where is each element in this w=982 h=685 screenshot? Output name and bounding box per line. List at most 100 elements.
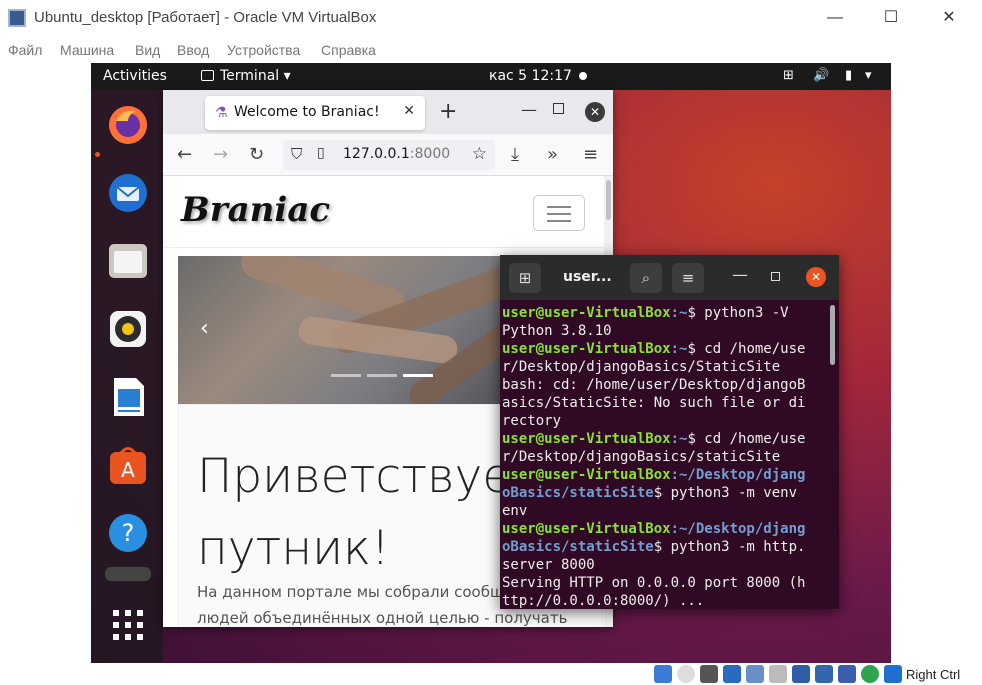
terminal-close-button[interactable]: ✕ xyxy=(806,267,826,287)
network-icon[interactable]: ⊞ xyxy=(783,68,794,83)
page-info-icon[interactable]: ▯ xyxy=(317,145,325,161)
site-navbar: Braniac xyxy=(163,176,603,248)
carousel-indicator[interactable] xyxy=(331,374,361,377)
system-menu-chevron-icon[interactable]: ▾ xyxy=(865,68,872,83)
scrollbar-thumb[interactable] xyxy=(606,180,611,220)
hamburger-menu-icon[interactable]: ≡ xyxy=(583,144,598,165)
terminal-app-icon xyxy=(201,70,214,81)
mouse-integration-icon[interactable] xyxy=(861,665,879,683)
downloads-icon[interactable]: ⤓ xyxy=(511,144,519,165)
navbar-toggler-button[interactable] xyxy=(533,195,585,231)
show-apps-icon[interactable] xyxy=(105,602,151,648)
carousel-indicator-active[interactable] xyxy=(403,374,433,377)
clock[interactable]: кас 5 12:17 xyxy=(489,68,572,84)
tab-close-icon[interactable]: ✕ xyxy=(403,103,415,119)
tracking-protection-shield-icon[interactable]: ⛉ xyxy=(291,145,302,163)
url-text[interactable]: 127.0.0.1:8000 xyxy=(343,146,450,162)
terminal-line: user@user-VirtualBox:~/Desktop/djang xyxy=(502,520,832,538)
firefox-minimize-button[interactable]: — xyxy=(521,100,537,119)
bookmark-star-icon[interactable]: ☆ xyxy=(472,144,487,164)
firefox-icon[interactable] xyxy=(105,102,151,148)
terminal-maximize-button[interactable] xyxy=(771,272,780,281)
virtualbox-app-icon xyxy=(8,9,26,27)
carousel-indicator[interactable] xyxy=(367,374,397,377)
tab-welcome[interactable]: ⚗ Welcome to Braniac! ✕ xyxy=(205,96,425,130)
terminal-line: server 8000 xyxy=(502,556,832,574)
close-button[interactable]: ✕ xyxy=(926,4,972,32)
prompt-path: :~/Desktop/djang xyxy=(670,467,806,483)
url-host: 127.0.0.1 xyxy=(343,146,410,162)
overflow-chevron-icon[interactable]: » xyxy=(547,144,558,165)
usb-icon[interactable] xyxy=(746,665,764,683)
navigation-toolbar: ← → ↻ ⛉ ▯ 127.0.0.1:8000 ☆ ⤓ » ≡ xyxy=(163,134,613,176)
menu-help[interactable]: Справка xyxy=(321,42,376,58)
audio-icon[interactable] xyxy=(700,665,718,683)
ubuntu-software-icon[interactable]: A xyxy=(105,442,151,488)
terminal-line: asics/StaticSite: No such file or di xyxy=(502,394,832,412)
forward-arrow-icon[interactable]: → xyxy=(213,144,228,165)
help-icon[interactable]: ? xyxy=(105,510,151,556)
app-menu-terminal[interactable]: Terminal ▾ xyxy=(201,68,291,84)
tab-bar: ⚗ Welcome to Braniac! ✕ + — ✕ xyxy=(163,90,613,134)
running-indicator xyxy=(95,152,100,157)
terminal-scrollbar[interactable] xyxy=(830,305,835,365)
menu-devices[interactable]: Устройства xyxy=(227,42,300,58)
menu-machine[interactable]: Машина xyxy=(60,42,114,58)
prompt-path: :~ xyxy=(670,431,688,447)
terminal-text: r/Desktop/djangoBasics/staticSite xyxy=(502,449,781,465)
site-logo[interactable]: Braniac xyxy=(181,190,330,230)
guest-desktop[interactable]: Activities Terminal ▾ кас 5 12:17 ⊞ 🔊 ▮ … xyxy=(91,63,891,663)
menu-file[interactable]: Файл xyxy=(8,42,42,58)
vbox-titlebar: Ubuntu_desktop [Работает] - Oracle VM Vi… xyxy=(0,0,982,36)
maximize-button[interactable]: ☐ xyxy=(868,4,914,32)
prompt-path: oBasics/staticSite xyxy=(502,539,654,555)
terminal-line: user@user-VirtualBox:~$ python3 -V xyxy=(502,304,832,322)
toggler-bar xyxy=(547,220,571,222)
terminal-text: Python 3.8.10 xyxy=(502,323,612,339)
menu-input[interactable]: Ввод xyxy=(177,42,209,58)
url-bar[interactable]: ⛉ ▯ 127.0.0.1:8000 ☆ xyxy=(283,140,495,170)
shared-folders-icon[interactable] xyxy=(769,665,787,683)
usb-drive-icon[interactable] xyxy=(105,567,151,581)
terminal-text: $ python3 -m http. xyxy=(653,539,806,555)
terminal-output[interactable]: user@user-VirtualBox:~$ python3 -V Python… xyxy=(502,304,832,609)
terminal-window[interactable]: ⊞ user... ⌕ ≡ — ✕ user@user-VirtualBox:~… xyxy=(500,255,839,609)
new-terminal-tab-icon[interactable]: ⊞ xyxy=(509,263,541,293)
terminal-text: ttp://0.0.0.0:8000/) ... xyxy=(502,593,705,609)
libreoffice-writer-icon[interactable] xyxy=(105,374,151,420)
volume-icon[interactable]: 🔊 xyxy=(813,68,829,83)
terminal-minimize-button[interactable]: — xyxy=(732,265,748,284)
vbox-menubar: Файл Машина Вид Ввод Устройства Справка xyxy=(0,36,982,62)
search-icon[interactable]: ⌕ xyxy=(630,263,662,293)
reload-icon[interactable]: ↻ xyxy=(249,144,264,165)
terminal-text: env xyxy=(502,503,528,519)
terminal-title: user... xyxy=(563,269,612,285)
network-adapter-icon[interactable] xyxy=(723,665,741,683)
rhythmbox-icon[interactable] xyxy=(105,306,151,352)
firefox-close-button[interactable]: ✕ xyxy=(585,102,605,122)
firefox-maximize-button[interactable] xyxy=(553,103,564,114)
activities-button[interactable]: Activities xyxy=(103,68,167,84)
terminal-headerbar: ⊞ user... ⌕ ≡ — ✕ xyxy=(500,255,839,300)
menu-view[interactable]: Вид xyxy=(135,42,160,58)
battery-icon[interactable]: ▮ xyxy=(845,68,852,83)
terminal-line: oBasics/staticSite$ python3 -m venv xyxy=(502,484,832,502)
toggler-bar xyxy=(547,206,571,208)
keyboard-capture-arrow-icon[interactable] xyxy=(884,665,902,683)
new-tab-button[interactable]: + xyxy=(439,99,457,124)
back-arrow-icon[interactable]: ← xyxy=(177,144,192,165)
optical-drive-icon[interactable] xyxy=(677,665,695,683)
hard-disk-icon[interactable] xyxy=(654,665,672,683)
recording-icon[interactable] xyxy=(815,665,833,683)
carousel-prev-chevron-icon[interactable]: ‹ xyxy=(200,316,209,341)
terminal-line: Serving HTTP on 0.0.0.0 port 8000 (h xyxy=(502,574,832,592)
display-icon[interactable] xyxy=(792,665,810,683)
terminal-line: r/Desktop/djangoBasics/staticSite xyxy=(502,448,832,466)
files-icon[interactable] xyxy=(105,238,151,284)
minimize-button[interactable]: — xyxy=(812,4,858,32)
thunderbird-icon[interactable] xyxy=(105,170,151,216)
virtualization-icon[interactable] xyxy=(838,665,856,683)
terminal-line: user@user-VirtualBox:~$ cd /home/use xyxy=(502,340,832,358)
hamburger-menu-icon[interactable]: ≡ xyxy=(672,263,704,293)
terminal-line: user@user-VirtualBox:~$ cd /home/use xyxy=(502,430,832,448)
